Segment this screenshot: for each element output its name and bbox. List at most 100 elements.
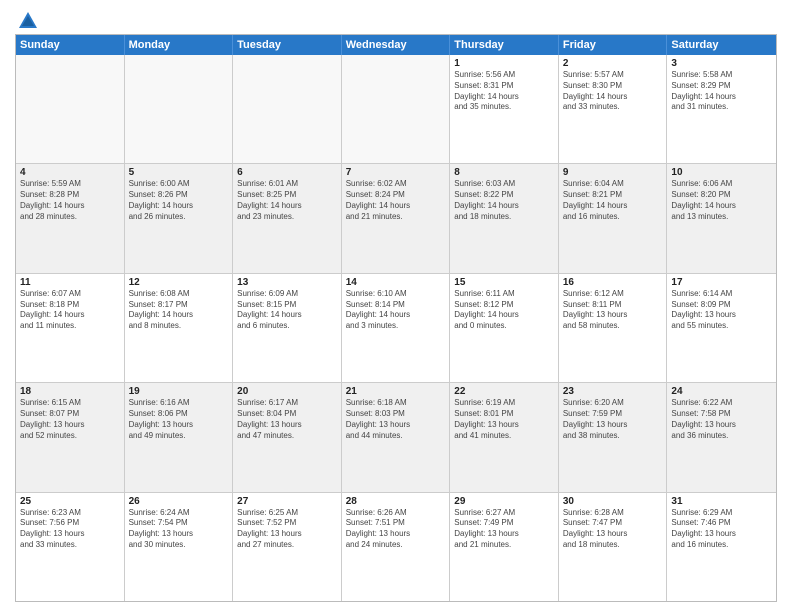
day-info: Sunrise: 6:23 AM Sunset: 7:56 PM Dayligh…	[20, 508, 120, 551]
header-thursday: Thursday	[450, 35, 559, 55]
header-tuesday: Tuesday	[233, 35, 342, 55]
table-row: 29Sunrise: 6:27 AM Sunset: 7:49 PM Dayli…	[450, 493, 559, 601]
day-info: Sunrise: 6:11 AM Sunset: 8:12 PM Dayligh…	[454, 289, 554, 332]
day-number: 10	[671, 167, 772, 178]
header-monday: Monday	[125, 35, 234, 55]
logo	[15, 10, 39, 28]
day-number: 7	[346, 167, 446, 178]
day-number: 3	[671, 58, 772, 69]
day-info: Sunrise: 6:28 AM Sunset: 7:47 PM Dayligh…	[563, 508, 663, 551]
day-info: Sunrise: 6:22 AM Sunset: 7:58 PM Dayligh…	[671, 398, 772, 441]
day-number: 8	[454, 167, 554, 178]
day-info: Sunrise: 6:09 AM Sunset: 8:15 PM Dayligh…	[237, 289, 337, 332]
day-number: 13	[237, 277, 337, 288]
day-number: 20	[237, 386, 337, 397]
day-number: 21	[346, 386, 446, 397]
calendar-body: 1Sunrise: 5:56 AM Sunset: 8:31 PM Daylig…	[16, 55, 776, 601]
table-row: 20Sunrise: 6:17 AM Sunset: 8:04 PM Dayli…	[233, 383, 342, 491]
calendar-row: 18Sunrise: 6:15 AM Sunset: 8:07 PM Dayli…	[16, 383, 776, 492]
day-number: 22	[454, 386, 554, 397]
page: Sunday Monday Tuesday Wednesday Thursday…	[0, 0, 792, 612]
day-info: Sunrise: 6:19 AM Sunset: 8:01 PM Dayligh…	[454, 398, 554, 441]
day-number: 29	[454, 496, 554, 507]
day-number: 16	[563, 277, 663, 288]
day-number: 2	[563, 58, 663, 69]
table-row: 26Sunrise: 6:24 AM Sunset: 7:54 PM Dayli…	[125, 493, 234, 601]
day-number: 1	[454, 58, 554, 69]
table-row: 17Sunrise: 6:14 AM Sunset: 8:09 PM Dayli…	[667, 274, 776, 382]
calendar: Sunday Monday Tuesday Wednesday Thursday…	[15, 34, 777, 602]
logo-icon	[17, 10, 39, 32]
header	[15, 10, 777, 28]
day-number: 15	[454, 277, 554, 288]
day-info: Sunrise: 6:04 AM Sunset: 8:21 PM Dayligh…	[563, 179, 663, 222]
table-row: 21Sunrise: 6:18 AM Sunset: 8:03 PM Dayli…	[342, 383, 451, 491]
day-number: 31	[671, 496, 772, 507]
calendar-row: 1Sunrise: 5:56 AM Sunset: 8:31 PM Daylig…	[16, 55, 776, 164]
day-info: Sunrise: 5:57 AM Sunset: 8:30 PM Dayligh…	[563, 70, 663, 113]
table-row: 11Sunrise: 6:07 AM Sunset: 8:18 PM Dayli…	[16, 274, 125, 382]
day-info: Sunrise: 6:10 AM Sunset: 8:14 PM Dayligh…	[346, 289, 446, 332]
day-number: 14	[346, 277, 446, 288]
table-row: 28Sunrise: 6:26 AM Sunset: 7:51 PM Dayli…	[342, 493, 451, 601]
table-row: 7Sunrise: 6:02 AM Sunset: 8:24 PM Daylig…	[342, 164, 451, 272]
table-row: 27Sunrise: 6:25 AM Sunset: 7:52 PM Dayli…	[233, 493, 342, 601]
day-info: Sunrise: 5:58 AM Sunset: 8:29 PM Dayligh…	[671, 70, 772, 113]
table-row: 18Sunrise: 6:15 AM Sunset: 8:07 PM Dayli…	[16, 383, 125, 491]
day-info: Sunrise: 6:18 AM Sunset: 8:03 PM Dayligh…	[346, 398, 446, 441]
table-row: 6Sunrise: 6:01 AM Sunset: 8:25 PM Daylig…	[233, 164, 342, 272]
table-row: 3Sunrise: 5:58 AM Sunset: 8:29 PM Daylig…	[667, 55, 776, 163]
header-saturday: Saturday	[667, 35, 776, 55]
table-row: 1Sunrise: 5:56 AM Sunset: 8:31 PM Daylig…	[450, 55, 559, 163]
day-info: Sunrise: 6:26 AM Sunset: 7:51 PM Dayligh…	[346, 508, 446, 551]
day-number: 28	[346, 496, 446, 507]
table-row: 22Sunrise: 6:19 AM Sunset: 8:01 PM Dayli…	[450, 383, 559, 491]
day-info: Sunrise: 6:20 AM Sunset: 7:59 PM Dayligh…	[563, 398, 663, 441]
day-number: 11	[20, 277, 120, 288]
day-number: 12	[129, 277, 229, 288]
day-number: 17	[671, 277, 772, 288]
table-row: 14Sunrise: 6:10 AM Sunset: 8:14 PM Dayli…	[342, 274, 451, 382]
table-row	[233, 55, 342, 163]
day-info: Sunrise: 6:06 AM Sunset: 8:20 PM Dayligh…	[671, 179, 772, 222]
day-number: 24	[671, 386, 772, 397]
day-number: 19	[129, 386, 229, 397]
day-number: 4	[20, 167, 120, 178]
day-info: Sunrise: 6:15 AM Sunset: 8:07 PM Dayligh…	[20, 398, 120, 441]
day-info: Sunrise: 6:17 AM Sunset: 8:04 PM Dayligh…	[237, 398, 337, 441]
table-row: 15Sunrise: 6:11 AM Sunset: 8:12 PM Dayli…	[450, 274, 559, 382]
table-row: 13Sunrise: 6:09 AM Sunset: 8:15 PM Dayli…	[233, 274, 342, 382]
table-row: 30Sunrise: 6:28 AM Sunset: 7:47 PM Dayli…	[559, 493, 668, 601]
table-row: 23Sunrise: 6:20 AM Sunset: 7:59 PM Dayli…	[559, 383, 668, 491]
day-info: Sunrise: 6:01 AM Sunset: 8:25 PM Dayligh…	[237, 179, 337, 222]
table-row: 5Sunrise: 6:00 AM Sunset: 8:26 PM Daylig…	[125, 164, 234, 272]
day-info: Sunrise: 6:12 AM Sunset: 8:11 PM Dayligh…	[563, 289, 663, 332]
day-number: 30	[563, 496, 663, 507]
table-row: 16Sunrise: 6:12 AM Sunset: 8:11 PM Dayli…	[559, 274, 668, 382]
day-number: 26	[129, 496, 229, 507]
table-row: 24Sunrise: 6:22 AM Sunset: 7:58 PM Dayli…	[667, 383, 776, 491]
day-number: 25	[20, 496, 120, 507]
table-row: 8Sunrise: 6:03 AM Sunset: 8:22 PM Daylig…	[450, 164, 559, 272]
day-info: Sunrise: 6:29 AM Sunset: 7:46 PM Dayligh…	[671, 508, 772, 551]
day-number: 27	[237, 496, 337, 507]
day-info: Sunrise: 6:02 AM Sunset: 8:24 PM Dayligh…	[346, 179, 446, 222]
header-wednesday: Wednesday	[342, 35, 451, 55]
day-info: Sunrise: 6:00 AM Sunset: 8:26 PM Dayligh…	[129, 179, 229, 222]
table-row: 25Sunrise: 6:23 AM Sunset: 7:56 PM Dayli…	[16, 493, 125, 601]
calendar-row: 25Sunrise: 6:23 AM Sunset: 7:56 PM Dayli…	[16, 493, 776, 601]
day-number: 6	[237, 167, 337, 178]
table-row	[342, 55, 451, 163]
day-info: Sunrise: 6:14 AM Sunset: 8:09 PM Dayligh…	[671, 289, 772, 332]
table-row: 2Sunrise: 5:57 AM Sunset: 8:30 PM Daylig…	[559, 55, 668, 163]
day-info: Sunrise: 6:27 AM Sunset: 7:49 PM Dayligh…	[454, 508, 554, 551]
table-row: 4Sunrise: 5:59 AM Sunset: 8:28 PM Daylig…	[16, 164, 125, 272]
header-friday: Friday	[559, 35, 668, 55]
day-number: 5	[129, 167, 229, 178]
table-row: 10Sunrise: 6:06 AM Sunset: 8:20 PM Dayli…	[667, 164, 776, 272]
calendar-row: 11Sunrise: 6:07 AM Sunset: 8:18 PM Dayli…	[16, 274, 776, 383]
header-sunday: Sunday	[16, 35, 125, 55]
day-info: Sunrise: 5:59 AM Sunset: 8:28 PM Dayligh…	[20, 179, 120, 222]
day-number: 18	[20, 386, 120, 397]
day-info: Sunrise: 6:08 AM Sunset: 8:17 PM Dayligh…	[129, 289, 229, 332]
